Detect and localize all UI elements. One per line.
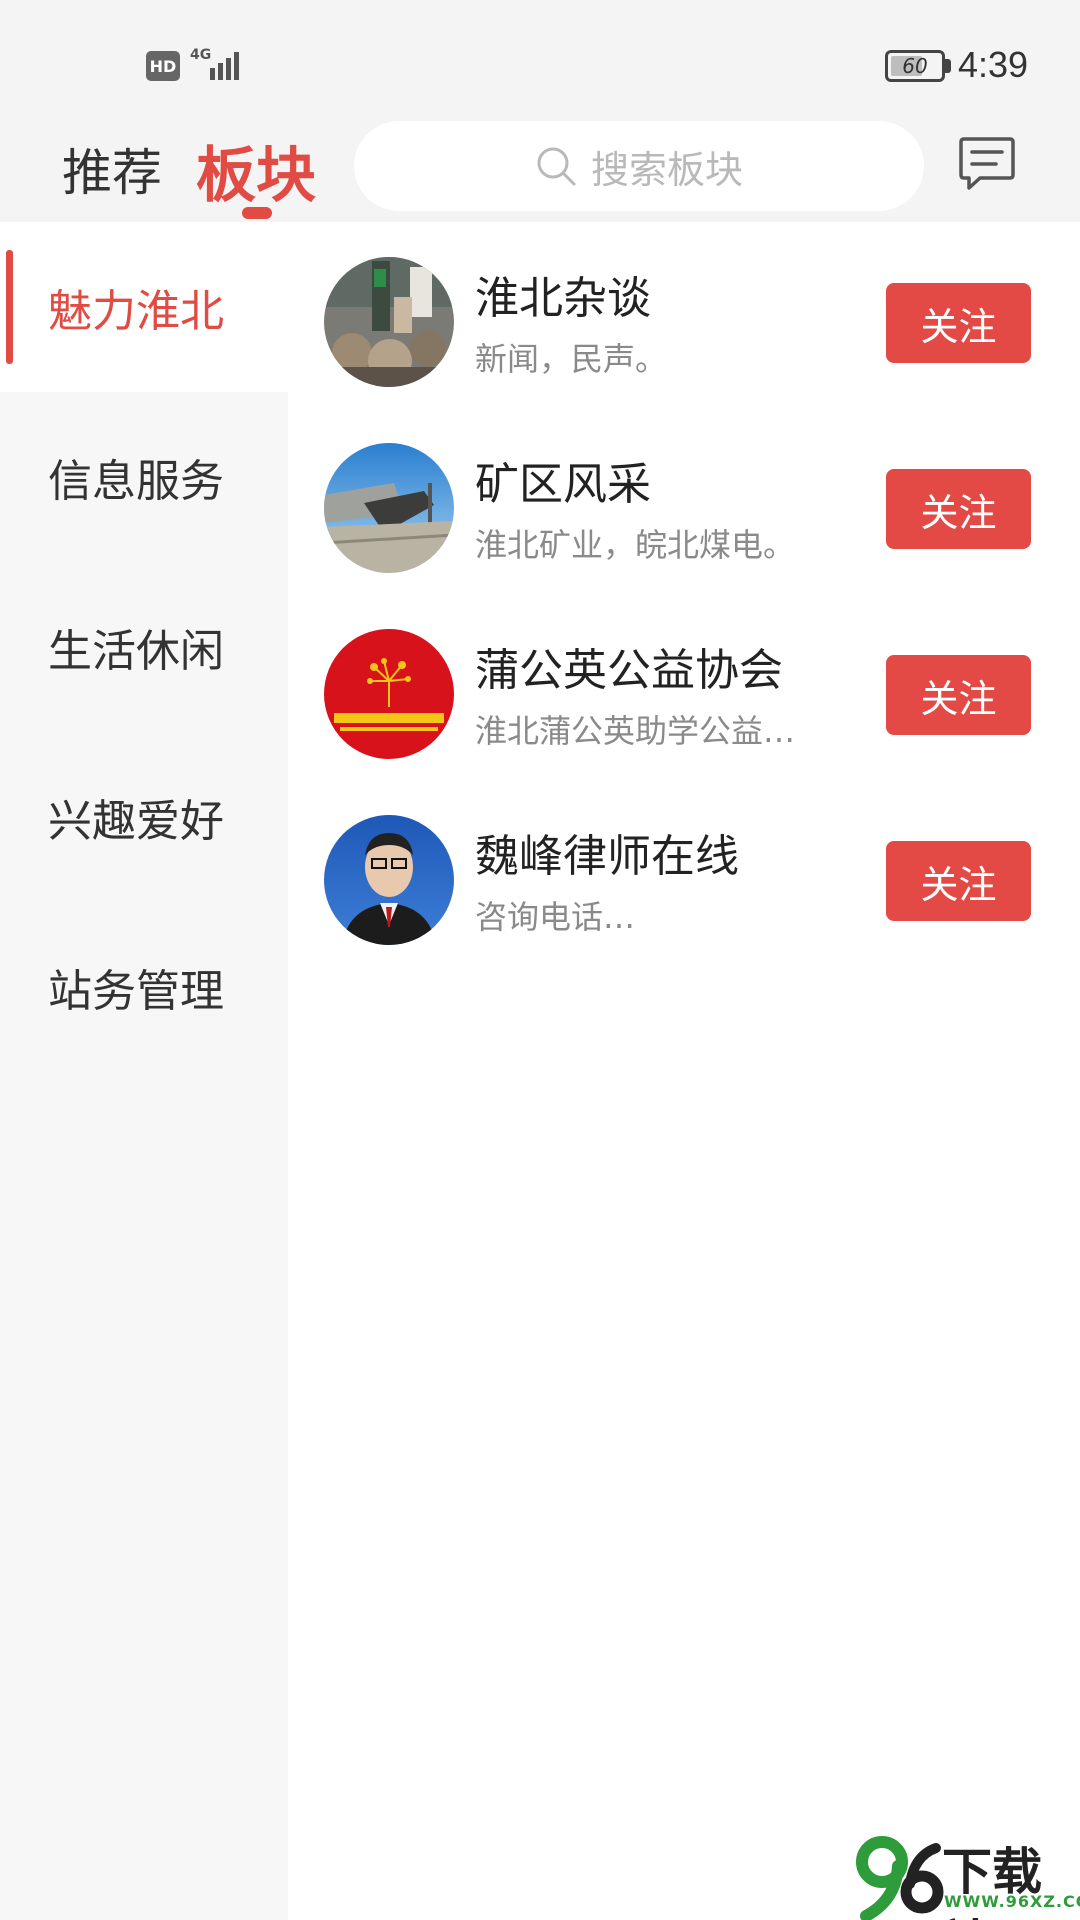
sidebar-item-label: 信息服务 [48, 456, 224, 507]
board-title: 魏峰律师在线 [475, 831, 739, 882]
watermark-url: WWW.96XZ.COM [944, 1892, 1080, 1911]
hd-badge: HD [146, 51, 180, 81]
avatar [324, 257, 454, 387]
active-tab-indicator [242, 207, 272, 219]
header: 推荐 板块 搜索板块 [0, 115, 1080, 222]
avatar [324, 443, 454, 573]
battery-level: 60 [902, 54, 928, 78]
search-input[interactable]: 搜索板块 [354, 121, 924, 211]
sidebar-item-hobbies[interactable]: 兴趣爱好 [0, 732, 288, 902]
clock: 4:39 [958, 44, 1029, 85]
search-placeholder: 搜索板块 [590, 147, 743, 192]
board-desc: 咨询电话… [475, 898, 636, 936]
list-item[interactable]: 魏峰律师在线 咨询电话… 关注 [288, 780, 1080, 966]
board-title: 蒲公英公益协会 [475, 645, 783, 696]
board-desc: 淮北蒲公英助学公益… [475, 712, 796, 750]
board-title: 矿区风采 [475, 459, 651, 510]
follow-button[interactable]: 关注 [886, 841, 1031, 921]
sidebar-item-label: 生活休闲 [48, 626, 224, 677]
watermark: 下载站 WWW.96XZ.COM [852, 1832, 1080, 1920]
site-logo-icon [856, 1836, 944, 1920]
sidebar-item-label: 兴趣爱好 [48, 796, 224, 847]
tab-recommend[interactable]: 推荐 [62, 133, 162, 205]
battery-icon: 60 [885, 50, 945, 82]
sidebar-item-info-services[interactable]: 信息服务 [0, 392, 288, 562]
status-bar: HD 4G 60 4:39 [0, 0, 1080, 115]
message-icon[interactable] [958, 135, 1016, 193]
avatar [324, 815, 454, 945]
sidebar-item-site-admin[interactable]: 站务管理 [0, 902, 288, 1072]
tab-board[interactable]: 板块 [196, 127, 316, 214]
sidebar-active-indicator [6, 250, 13, 364]
search-icon [537, 147, 576, 186]
network-type: 4G [190, 47, 212, 63]
follow-button[interactable]: 关注 [886, 655, 1031, 735]
board-desc: 新闻，民声。 [475, 340, 668, 378]
sidebar-item-life-leisure[interactable]: 生活休闲 [0, 562, 288, 732]
sidebar-item-label: 魅力淮北 [48, 286, 224, 337]
board-desc: 淮北矿业，皖北煤电。 [475, 526, 796, 564]
signal-icon [210, 52, 239, 80]
list-item[interactable]: 矿区风采 淮北矿业，皖北煤电。 关注 [288, 408, 1080, 594]
list-item[interactable]: 蒲公英公益协会 淮北蒲公英助学公益… 关注 [288, 594, 1080, 780]
sidebar-item-label: 站务管理 [48, 966, 224, 1017]
list-item[interactable]: 淮北杂谈 新闻，民声。 关注 [288, 222, 1080, 408]
battery-cap [945, 59, 951, 73]
avatar [324, 629, 454, 759]
follow-button[interactable]: 关注 [886, 283, 1031, 363]
sidebar: 魅力淮北 信息服务 生活休闲 兴趣爱好 站务管理 [0, 222, 288, 1920]
follow-button[interactable]: 关注 [886, 469, 1031, 549]
board-title: 淮北杂谈 [475, 273, 651, 324]
sidebar-item-meili-huaibei[interactable]: 魅力淮北 [0, 222, 288, 392]
